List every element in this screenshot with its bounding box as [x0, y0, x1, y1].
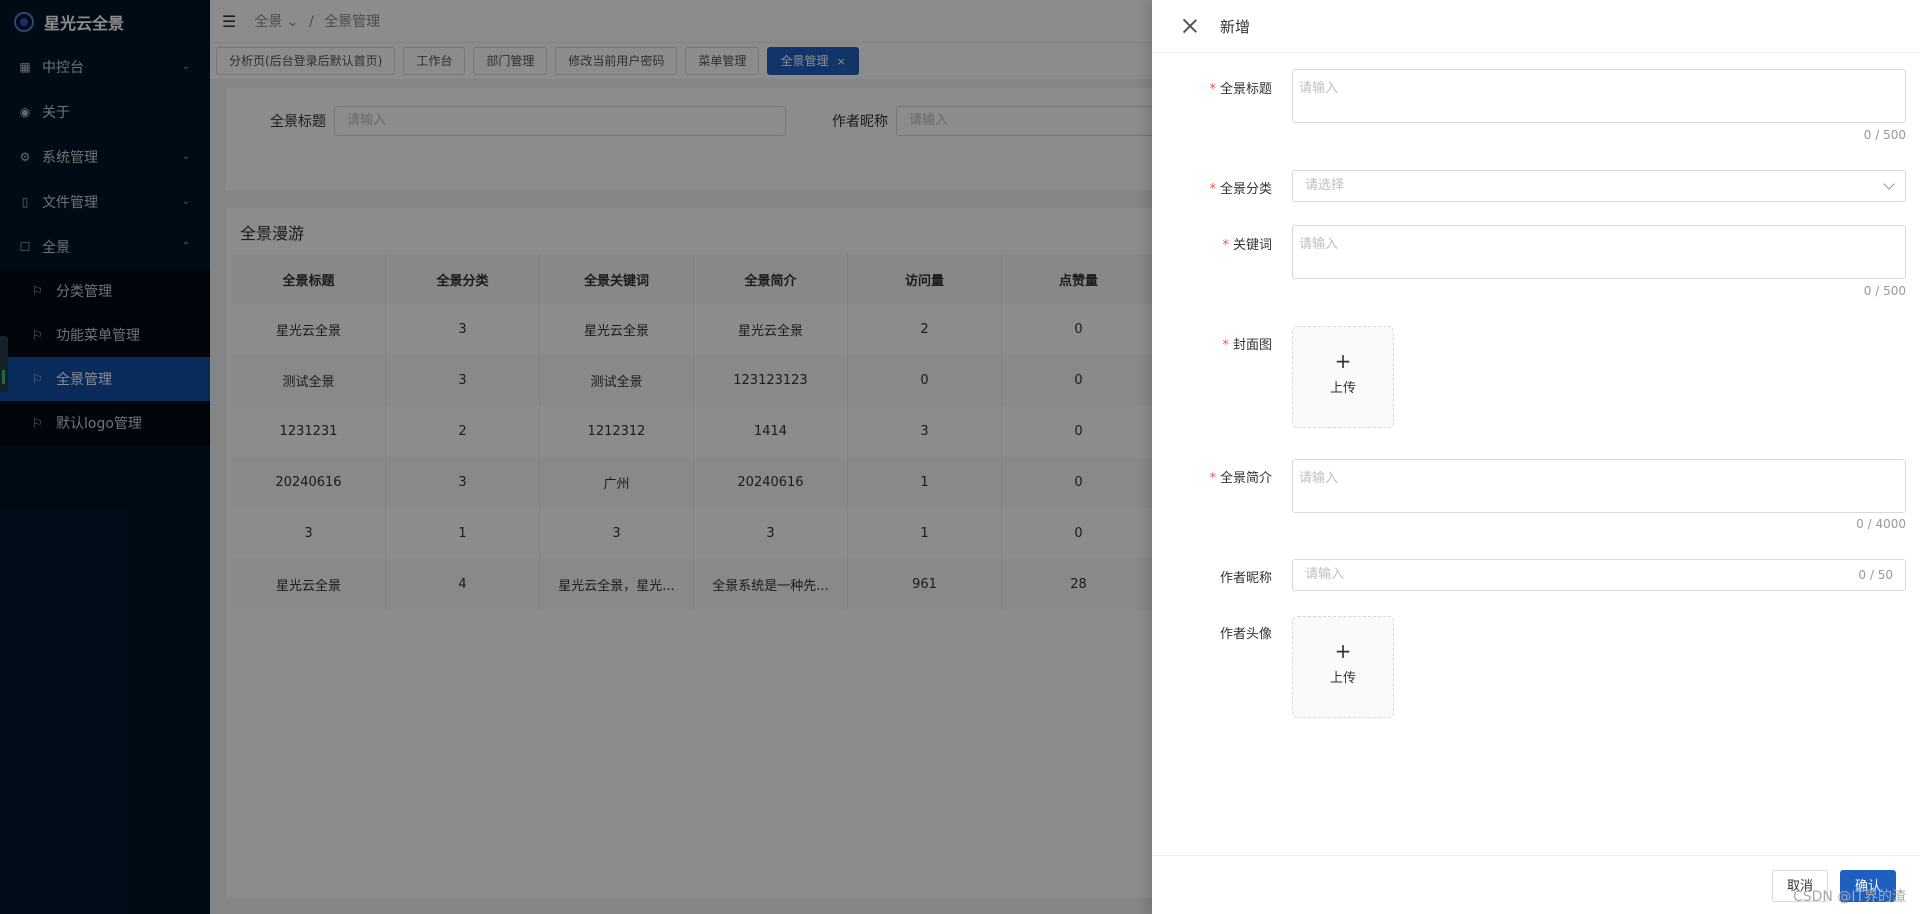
keywords-field-label: * 关键词 — [1222, 238, 1272, 253]
title-textarea[interactable]: 请输入 — [1292, 69, 1906, 123]
intro-field-label: * 全景简介 — [1209, 471, 1272, 486]
keywords-char-count: 0 / 500 — [1863, 284, 1906, 298]
watermark: CSDN @IT界的渣 — [1792, 889, 1906, 905]
category-select[interactable]: 请选择 — [1292, 170, 1906, 202]
intro-char-count: 0 / 4000 — [1856, 517, 1906, 531]
add-drawer: 新增 * 全景标题 请输入 0 / 500 * 全景分类 请选择 * 关键词 请输入 … — [1152, 0, 1920, 914]
required-mark: * — [1209, 471, 1216, 486]
required-mark: * — [1222, 338, 1229, 353]
chevron-down-icon — [1883, 178, 1895, 190]
drawer-header: 新增 — [1152, 0, 1920, 53]
cover-field-label: * 封面图 — [1222, 338, 1272, 353]
title-char-count: 0 / 500 — [1863, 128, 1906, 142]
intro-textarea[interactable]: 请输入 — [1292, 459, 1906, 513]
category-field-label: * 全景分类 — [1209, 182, 1272, 197]
nickname-input[interactable]: 请输入 0 / 50 — [1292, 559, 1906, 591]
title-field-label: * 全景标题 — [1209, 82, 1272, 97]
nickname-field-label: 作者昵称 — [1219, 571, 1272, 586]
nickname-char-count: 0 / 50 — [1858, 568, 1893, 582]
required-mark: * — [1222, 238, 1229, 253]
required-mark: * — [1209, 182, 1216, 197]
cover-upload[interactable]: + 上传 — [1292, 326, 1394, 428]
plus-icon: + — [1334, 349, 1352, 373]
avatar-field-label: 作者头像 — [1219, 627, 1272, 642]
plus-icon: + — [1334, 639, 1352, 663]
modal-overlay[interactable] — [0, 0, 1152, 914]
required-mark: * — [1209, 82, 1216, 97]
drawer-footer: 取消 确认 CSDN @IT界的渣 — [1152, 855, 1920, 914]
close-icon[interactable] — [1182, 18, 1198, 34]
avatar-upload[interactable]: + 上传 — [1292, 616, 1394, 718]
drawer-title: 新增 — [1220, 17, 1251, 36]
keywords-textarea[interactable]: 请输入 — [1292, 225, 1906, 279]
